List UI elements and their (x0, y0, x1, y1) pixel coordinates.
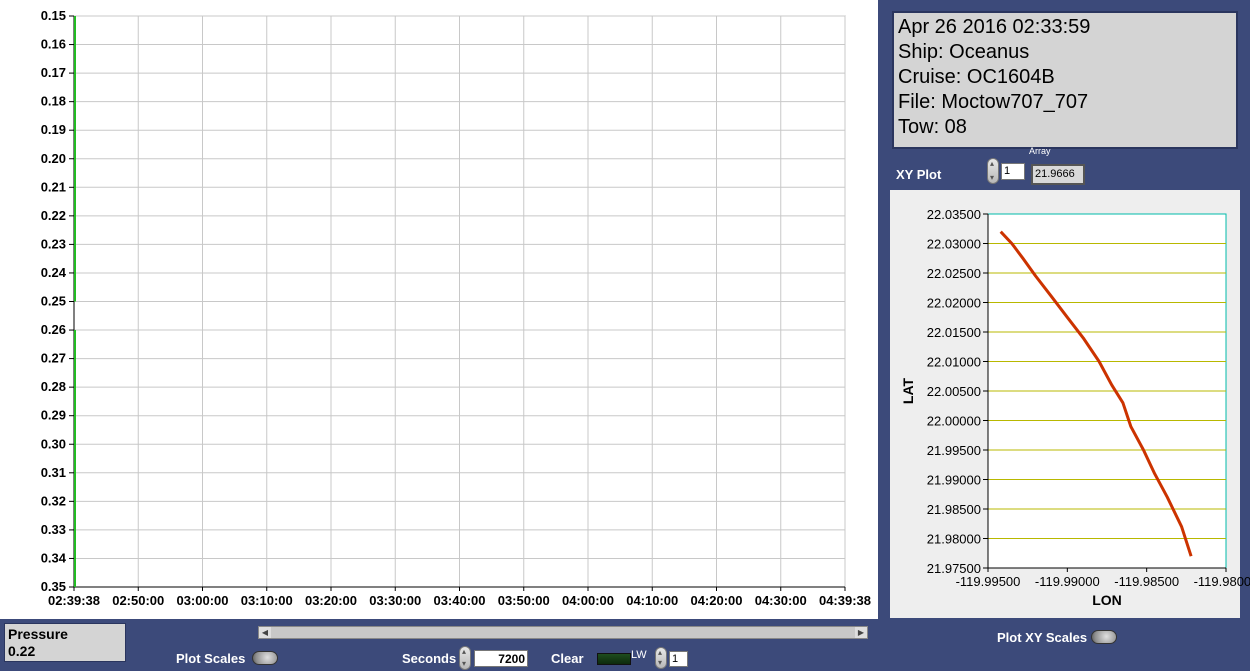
y-tick-label: 0.26 (41, 322, 66, 337)
plot-xy-scales-toggle[interactable] (1091, 630, 1117, 644)
y-tick-label: 0.33 (41, 522, 66, 537)
x-tick-label: 04:20:00 (690, 593, 742, 608)
y-tick-label: 0.27 (41, 351, 66, 366)
x-tick-label: 02:39:38 (48, 593, 100, 608)
clear-label: Clear (551, 651, 584, 666)
x-tick-label: 04:00:00 (562, 593, 614, 608)
index-spinner[interactable] (987, 158, 999, 184)
y-tick-label: 0.17 (41, 65, 66, 80)
xy-y-tick-label: 22.01500 (927, 325, 981, 340)
info-datetime: Apr 26 2016 02:33:59 (898, 16, 1091, 38)
pressure-indicator: Pressure 0.22 (4, 623, 126, 662)
y-tick-label: 0.19 (41, 122, 66, 137)
xy-x-axis-label: LON (1092, 592, 1122, 608)
plot-scales-toggle[interactable] (252, 651, 278, 665)
x-tick-label: 03:20:00 (305, 593, 357, 608)
y-tick-label: 0.32 (41, 493, 66, 508)
xy-x-tick-label: -119.98500 (1114, 574, 1179, 589)
pressure-time-chart: 02:39:38 02:50:00 03:00:00 03:10:00 03:20:00… (41, 8, 871, 608)
x-tick-label: 03:30:00 (369, 593, 421, 608)
x-tick-label: 04:30:00 (755, 593, 807, 608)
xy-x-tick-label: -119.98000 (1194, 574, 1250, 589)
info-tow: Tow: 08 (898, 116, 967, 138)
y-tick-label: 0.15 (41, 8, 66, 23)
y-tick-label: 0.18 (41, 94, 66, 109)
lw-field[interactable]: 1 (669, 651, 688, 667)
xy-y-tick-label: 22.00500 (927, 384, 981, 399)
pressure-chart-panel: 02:39:38 02:50:00 03:00:00 03:10:00 03:20:00… (0, 0, 878, 619)
info-ship: Ship: Oceanus (898, 41, 1030, 63)
xy-y-tick-label: 22.03000 (927, 237, 981, 252)
x-tick-label: 02:50:00 (112, 593, 164, 608)
plot-xy-scales-label: Plot XY Scales (997, 630, 1088, 645)
scroll-right-icon[interactable]: ▶ (855, 627, 867, 638)
xy-y-tick-label: 21.98000 (927, 532, 981, 547)
scroll-left-icon[interactable]: ◀ (259, 627, 271, 638)
xy-plot-title: XY Plot (896, 167, 942, 182)
xy-y-tick-label: 22.02000 (927, 296, 981, 311)
xy-y-tick-label: 22.03500 (927, 207, 981, 222)
y-tick-label: 0.35 (41, 579, 66, 594)
seconds-label: Seconds (402, 651, 457, 666)
y-tick-label: 0.24 (41, 265, 67, 280)
pressure-label: Pressure (8, 626, 68, 642)
clear-led-button[interactable] (597, 653, 631, 665)
x-tick-label: 04:10:00 (626, 593, 678, 608)
y-tick-label: 0.34 (41, 550, 67, 565)
plot-scales-label: Plot Scales (176, 651, 246, 666)
cruise-info-box: Apr 26 2016 02:33:59 Ship: Oceanus Cruis… (892, 11, 1238, 149)
time-scrollbar[interactable]: ◀ ▶ (258, 626, 868, 639)
lw-label: LW (631, 649, 647, 661)
index-value-field[interactable]: 1 (1001, 163, 1025, 180)
xy-y-tick-label: 21.99500 (927, 443, 981, 458)
y-tick-label: 0.28 (41, 379, 66, 394)
xy-y-tick-label: 21.98500 (927, 502, 981, 517)
xy-lat-lon-chart: 22.03500 22.03000 22.02500 22.02000 22.01500… (900, 207, 1250, 608)
y-tick-label: 0.16 (41, 37, 66, 52)
info-cruise: Cruise: OC1604B (898, 66, 1055, 88)
y-tick-label: 0.30 (41, 436, 66, 451)
xy-y-tick-label: 22.01000 (927, 355, 981, 370)
seconds-field[interactable]: 7200 (474, 650, 528, 667)
x-tick-label: 03:10:00 (241, 593, 293, 608)
lw-spinner[interactable] (655, 647, 667, 669)
y-tick-label: 0.31 (41, 465, 66, 480)
x-tick-label: 04:39:38 (819, 593, 871, 608)
x-tick-label: 03:00:00 (176, 593, 228, 608)
y-tick-label: 0.29 (41, 408, 66, 423)
xy-y-tick-label: 22.02500 (927, 266, 981, 281)
xy-x-tick-label: -119.99500 (956, 574, 1021, 589)
x-tick-label: 03:40:00 (433, 593, 485, 608)
xy-y-tick-label: 21.99000 (927, 473, 981, 488)
y-tick-label: 0.22 (41, 208, 66, 223)
array-label: Array (1029, 146, 1051, 156)
y-tick-label: 0.20 (41, 151, 66, 166)
xy-plot-panel: 22.03500 22.03000 22.02500 22.02000 22.01500… (890, 190, 1250, 618)
y-tick-label: 0.25 (41, 294, 66, 309)
x-tick-label: 03:50:00 (498, 593, 550, 608)
info-file: File: Moctow707_707 (898, 91, 1089, 113)
xy-x-tick-label: -119.99000 (1035, 574, 1100, 589)
seconds-spinner[interactable] (459, 646, 471, 670)
y-tick-label: 0.23 (41, 236, 66, 251)
pressure-value: 0.22 (8, 643, 36, 659)
xy-y-axis-label: LAT (900, 377, 916, 404)
xy-y-tick-label: 22.00000 (927, 414, 981, 429)
y-tick-label: 0.21 (41, 179, 66, 194)
array-value-display: 21.9666 (1031, 164, 1085, 185)
